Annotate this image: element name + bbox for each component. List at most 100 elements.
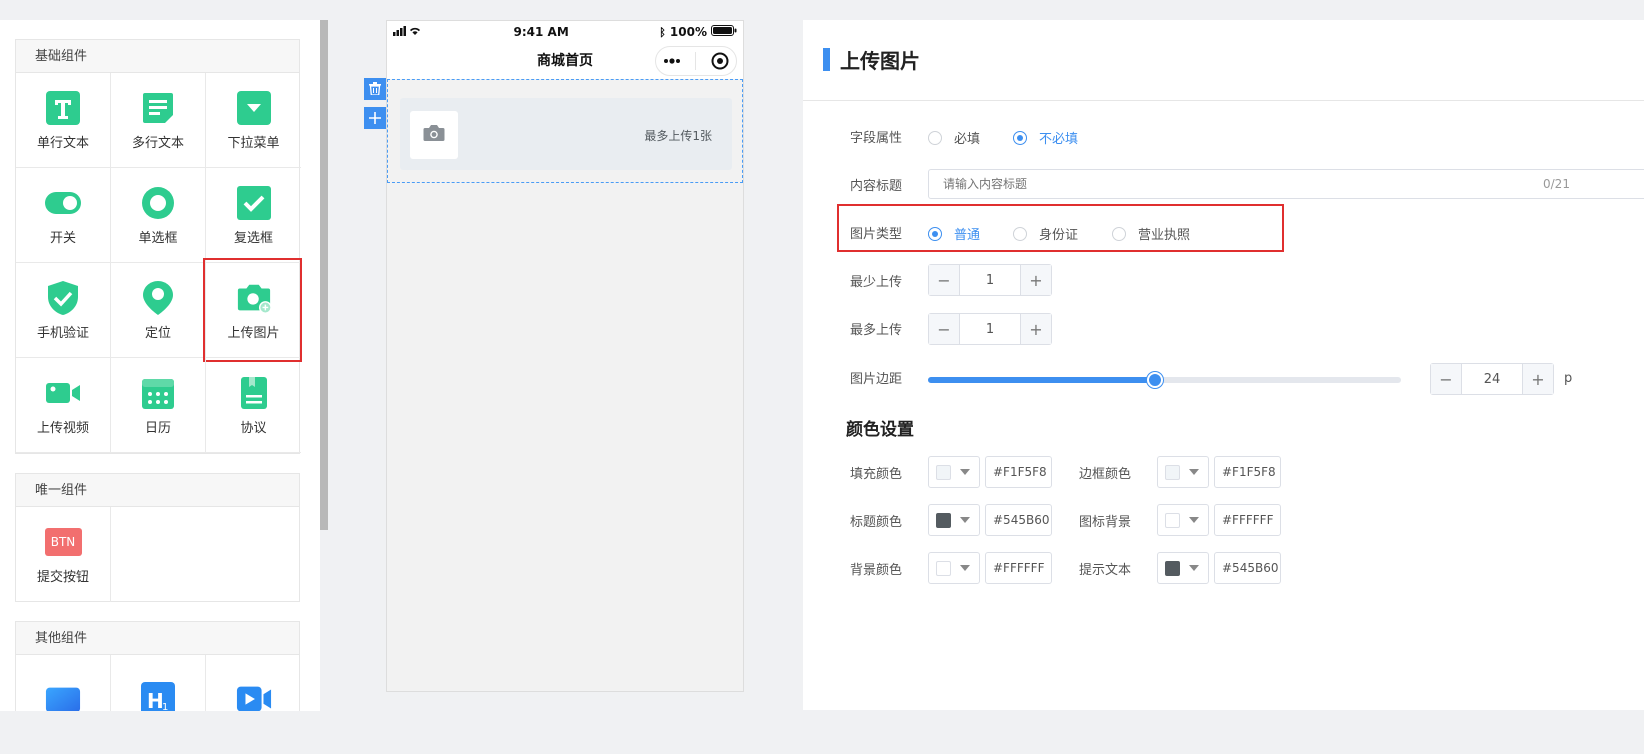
- btn-badge-icon: BTN: [44, 524, 82, 560]
- text-t-icon: [45, 90, 81, 126]
- add-component-button[interactable]: [364, 107, 386, 129]
- radio-required[interactable]: 必填: [928, 128, 980, 147]
- component-label: 上传视频: [36, 420, 89, 436]
- component-label: 手机验证: [36, 325, 89, 341]
- bg-color-value[interactable]: #FFFFFF: [985, 552, 1052, 584]
- min-upload-stepper: − 1 +: [928, 264, 1052, 296]
- image-margin-unit: p: [1564, 371, 1573, 386]
- slider-fill: [928, 377, 1156, 383]
- radio-label: 普通: [954, 228, 981, 243]
- border-color-value[interactable]: #F1F5F8: [1214, 456, 1281, 488]
- fill-color-label: 填充颜色: [850, 467, 903, 482]
- status-time: 9:41 AM: [513, 25, 569, 39]
- radio-image-business-license[interactable]: 营业执照: [1112, 224, 1190, 243]
- more-dots-icon[interactable]: [663, 58, 681, 64]
- color-swatch: [1165, 560, 1180, 576]
- bg-color-label: 背景颜色: [850, 563, 903, 578]
- hint-text-color-picker[interactable]: [1157, 552, 1209, 584]
- radio-image-normal[interactable]: 普通: [928, 224, 980, 243]
- shield-check-icon: [45, 280, 81, 316]
- min-upload-decrement[interactable]: −: [929, 265, 959, 295]
- image-margin-value[interactable]: 24: [1461, 364, 1523, 394]
- calendar-icon: [140, 375, 176, 411]
- image-margin-increment[interactable]: +: [1523, 364, 1553, 394]
- camera-icon: [423, 124, 445, 146]
- radio-circle: [1112, 226, 1126, 241]
- bluetooth-icon: ᛒ: [659, 25, 666, 39]
- chevron-down-icon: [1189, 517, 1199, 523]
- delete-component-button[interactable]: [364, 78, 386, 100]
- component-label: 单行文本: [36, 135, 89, 151]
- radio-circle: [1013, 130, 1027, 145]
- miniprogram-capsule: [655, 46, 737, 76]
- camera-placeholder[interactable]: [410, 111, 458, 159]
- title-color-value[interactable]: #545B60: [985, 504, 1052, 536]
- upload-image-box[interactable]: 最多上传1张: [400, 98, 732, 170]
- component-panel-scrollbar[interactable]: [320, 20, 328, 530]
- radio-label: 营业执照: [1138, 228, 1191, 243]
- image-margin-decrement[interactable]: −: [1431, 364, 1461, 394]
- radio-circle: [928, 226, 942, 241]
- chevron-down-icon: [960, 517, 970, 523]
- max-upload-increment[interactable]: +: [1021, 314, 1051, 344]
- unique-components-group: 唯一组件 BTN 提交按钮: [15, 473, 300, 602]
- close-target-icon[interactable]: [711, 52, 729, 70]
- component-upload-video[interactable]: 上传视频: [16, 358, 111, 453]
- component-upload-image[interactable]: 上传图片: [203, 258, 302, 362]
- btn-badge-text: BTN: [44, 528, 82, 556]
- selected-upload-component[interactable]: 最多上传1张: [387, 79, 743, 183]
- component-calendar[interactable]: 日历: [111, 358, 206, 453]
- component-single-line-text[interactable]: 单行文本: [16, 73, 111, 168]
- radio-circle: [928, 130, 942, 145]
- basic-components-group: 基础组件 单行文本 多行文本 下拉菜单 开关 单选框 复选框 手机验证 定位 上…: [15, 39, 302, 454]
- fill-color-picker[interactable]: [928, 456, 980, 488]
- max-upload-decrement[interactable]: −: [929, 314, 959, 344]
- min-upload-label: 最少上传: [850, 275, 903, 290]
- component-submit-button[interactable]: BTN 提交按钮: [16, 507, 111, 602]
- color-swatch: [936, 560, 951, 576]
- hint-text-color-value[interactable]: #545B60: [1214, 552, 1281, 584]
- component-label: 单选框: [138, 230, 178, 246]
- border-color-picker[interactable]: [1157, 456, 1209, 488]
- component-dropdown[interactable]: 下拉菜单: [206, 73, 301, 168]
- title-color-picker[interactable]: [928, 504, 980, 536]
- document-icon: [236, 375, 272, 411]
- min-upload-value[interactable]: 1: [959, 265, 1021, 295]
- radio-icon: [140, 185, 176, 221]
- component-label: 定位: [144, 325, 171, 341]
- component-phone-verify[interactable]: 手机验证: [16, 263, 111, 358]
- radio-image-id-card[interactable]: 身份证: [1013, 224, 1078, 243]
- image-margin-label: 图片边距: [850, 372, 903, 387]
- field-attr-label: 字段属性: [850, 131, 903, 146]
- color-swatch: [1165, 512, 1180, 528]
- icon-bg-picker[interactable]: [1157, 504, 1209, 536]
- min-upload-increment[interactable]: +: [1021, 265, 1051, 295]
- chevron-down-icon: [1189, 565, 1199, 571]
- properties-panel: 上传图片 字段属性 必填 不必填 内容标题 0/21 图片类型 普通 身份证 营…: [803, 20, 1644, 710]
- max-upload-value[interactable]: 1: [959, 314, 1021, 344]
- content-title-count: 0/21: [1543, 177, 1570, 191]
- slider-handle[interactable]: [1147, 372, 1164, 388]
- image-margin-slider[interactable]: [928, 372, 1401, 388]
- upload-limit-hint: 最多上传1张: [644, 129, 712, 143]
- component-location[interactable]: 定位: [111, 263, 206, 358]
- plus-icon: [369, 109, 381, 128]
- status-right: ᛒ 100%: [659, 25, 737, 39]
- battery-icon: [710, 25, 737, 39]
- component-agreement[interactable]: 协议: [206, 358, 301, 453]
- checkbox-icon: [236, 185, 272, 221]
- icon-bg-value[interactable]: #FFFFFF: [1214, 504, 1281, 536]
- component-checkbox[interactable]: 复选框: [206, 168, 301, 263]
- component-radio[interactable]: 单选框: [111, 168, 206, 263]
- bg-color-picker[interactable]: [928, 552, 980, 584]
- trash-icon: [369, 80, 381, 99]
- component-multi-line-text[interactable]: 多行文本: [111, 73, 206, 168]
- fill-color-value[interactable]: #F1F5F8: [985, 456, 1052, 488]
- content-title-input[interactable]: [928, 169, 1644, 199]
- camera-plus-icon: [236, 280, 272, 316]
- component-label: 多行文本: [131, 135, 184, 151]
- image-margin-stepper: − 24 +: [1430, 363, 1554, 395]
- component-switch[interactable]: 开关: [16, 168, 111, 263]
- content-title-label: 内容标题: [850, 179, 903, 194]
- radio-not-required[interactable]: 不必填: [1013, 128, 1078, 147]
